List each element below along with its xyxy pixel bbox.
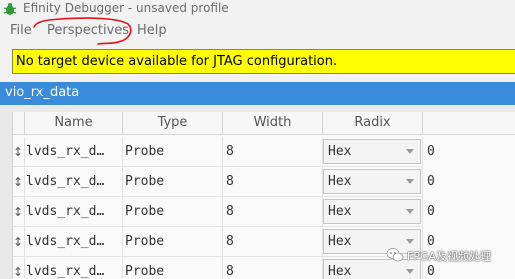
cell-value: 0 xyxy=(427,174,435,189)
cell-width: 8 xyxy=(223,167,323,197)
table-row[interactable]: ↕ lvds_rx_d… Probe 8 Hex 0 xyxy=(13,197,515,227)
column-header-name[interactable]: Name xyxy=(25,112,123,135)
drag-handle-icon[interactable]: ↕ xyxy=(13,175,23,189)
status-banner: No target device available for JTAG conf… xyxy=(12,49,515,74)
cell-value: 0 xyxy=(427,144,435,159)
cell-width: 8 xyxy=(223,137,323,167)
cell-width: 8 xyxy=(223,227,323,257)
column-header-width[interactable]: Width xyxy=(223,112,323,135)
cell-name: lvds_rx_d… xyxy=(25,167,123,197)
radix-value: Hex xyxy=(328,204,352,219)
table-row[interactable]: ↕ lvds_rx_d… Probe 8 Hex 0 xyxy=(13,167,515,197)
watermark: FPGA及视频处理 xyxy=(386,246,515,264)
window-title: Efinity Debugger - unsaved profile xyxy=(23,1,229,15)
column-header-type[interactable]: Type xyxy=(123,112,223,135)
section-title: vio_rx_data xyxy=(5,85,80,100)
banner-message: No target device available for JTAG conf… xyxy=(16,54,338,69)
table-row[interactable]: ↕ lvds_rx_d… Probe 8 Hex 0 xyxy=(13,137,515,167)
cell-width: 8 xyxy=(223,197,323,227)
menu-perspectives[interactable]: Perspectives xyxy=(47,23,129,38)
menu-file[interactable]: File xyxy=(10,23,32,38)
chevron-down-icon xyxy=(406,209,414,214)
chevron-down-icon xyxy=(406,269,414,274)
drag-handle-icon[interactable]: ↕ xyxy=(13,205,23,219)
cell-name: lvds_rx_d… xyxy=(25,137,123,167)
menu-bar: File Perspectives Help xyxy=(0,21,515,43)
drag-handle-icon[interactable]: ↕ xyxy=(13,145,23,159)
drag-handle-icon[interactable]: ↕ xyxy=(13,235,23,249)
radix-value: Hex xyxy=(328,264,352,279)
cell-type: Probe xyxy=(123,137,223,167)
column-header-radix[interactable]: Radix xyxy=(323,112,423,135)
drag-handle-icon[interactable]: ↕ xyxy=(13,265,23,279)
cell-name: lvds_rx_d… xyxy=(25,227,123,257)
cell-type: Probe xyxy=(123,257,223,279)
watermark-text: FPGA及视频处理 xyxy=(407,250,492,263)
radix-dropdown[interactable]: Hex xyxy=(323,199,421,224)
radix-dropdown[interactable]: Hex xyxy=(323,139,421,164)
chevron-down-icon xyxy=(406,149,414,154)
wechat-icon xyxy=(386,248,404,262)
menu-help[interactable]: Help xyxy=(137,23,167,38)
title-bar: Efinity Debugger - unsaved profile xyxy=(0,0,515,18)
cell-width: 8 xyxy=(223,257,323,279)
radix-value: Hex xyxy=(328,234,352,249)
radix-value: Hex xyxy=(328,144,352,159)
chevron-down-icon xyxy=(406,239,414,244)
cell-value: 0 xyxy=(427,204,435,219)
bug-icon xyxy=(3,3,17,15)
column-header-value xyxy=(423,112,515,135)
chevron-down-icon xyxy=(406,179,414,184)
section-header: vio_rx_data xyxy=(0,82,515,105)
cell-type: Probe xyxy=(123,167,223,197)
header-handle xyxy=(13,112,25,135)
radix-value: Hex xyxy=(328,174,352,189)
radix-dropdown[interactable]: Hex xyxy=(323,169,421,194)
cell-type: Probe xyxy=(123,227,223,257)
cell-type: Probe xyxy=(123,197,223,227)
cell-name: lvds_rx_d… xyxy=(25,197,123,227)
cell-name: lvds_rx_d… xyxy=(25,257,123,279)
